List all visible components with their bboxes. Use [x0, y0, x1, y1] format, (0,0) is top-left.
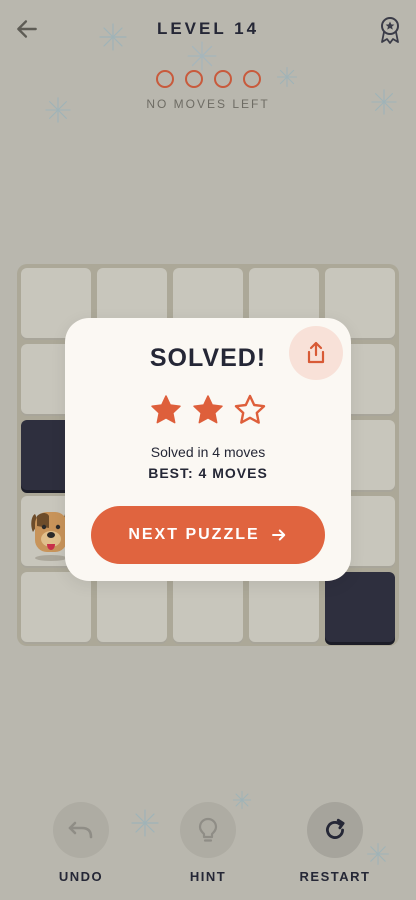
undo-button[interactable]: UNDO	[41, 802, 121, 884]
award-icon	[381, 17, 399, 44]
hint-label: HINT	[189, 869, 227, 884]
block-tile[interactable]	[325, 572, 395, 642]
star-filled-icon	[193, 395, 223, 424]
undo-label: UNDO	[58, 869, 104, 884]
move-indicator-dot	[184, 70, 203, 88]
moves-status: NO MOVES LEFT	[146, 97, 270, 111]
arrow-right-icon	[271, 529, 285, 541]
star-rating	[65, 394, 351, 426]
next-puzzle-label: NEXT PUZZLE	[128, 526, 260, 543]
dialog-title: SOLVED!	[149, 344, 267, 372]
board-cell[interactable]	[21, 572, 91, 642]
hint-button[interactable]: HINT	[168, 802, 248, 884]
best-score-text: BEST: 4 MOVES	[148, 465, 268, 481]
lightbulb-icon	[198, 817, 218, 842]
solved-moves-text: Solved in 4 moves	[150, 444, 266, 460]
board-cell[interactable]	[173, 572, 243, 642]
restart-label: RESTART	[299, 869, 371, 884]
level-title: LEVEL 14	[156, 19, 260, 38]
star-filled-icon	[151, 395, 181, 424]
restart-icon	[326, 818, 345, 839]
move-indicator-dot	[213, 70, 232, 88]
next-puzzle-button[interactable]: NEXT PUZZLE	[91, 506, 325, 564]
board-cell[interactable]	[249, 572, 319, 642]
bottom-toolbar: UNDO HINT RESTART	[0, 800, 416, 900]
solved-dialog: SOLVED! Solved in 4 moves BEST: 4 MOVES …	[65, 318, 351, 581]
undo-icon	[68, 821, 93, 839]
achievements-button[interactable]	[378, 16, 402, 44]
moves-indicator	[0, 70, 416, 88]
restart-button[interactable]: RESTART	[295, 802, 375, 884]
board-cell[interactable]	[97, 572, 167, 642]
top-bar: LEVEL 14	[0, 0, 416, 60]
move-indicator-dot	[155, 70, 174, 88]
star-empty-icon	[234, 394, 266, 424]
move-indicator-dot	[242, 70, 261, 88]
